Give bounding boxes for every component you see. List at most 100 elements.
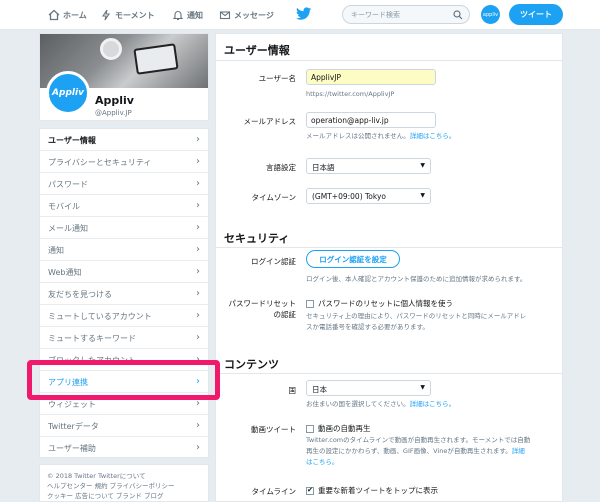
menu-item-notifications[interactable]: 通知 › — [40, 239, 208, 261]
password-reset-label: パスワードリセット の認証 — [216, 298, 297, 320]
menu-item-privacy-security[interactable]: プライバシーとセキュリティ › — [40, 151, 208, 173]
divider — [216, 60, 562, 61]
country-label: 国 — [288, 386, 297, 395]
menu-item-label: ミュートしているアカウント — [48, 312, 152, 321]
username-input[interactable] — [306, 69, 436, 85]
hint-text: 再生の設定にかかわらず、動画、GIF画像、Vineが自動再生されます。 — [306, 447, 512, 455]
chevron-right-icon: › — [196, 244, 200, 255]
nav-home-label: ホーム — [63, 10, 87, 20]
video-autoplay-label: 動画の自動再生 — [318, 424, 371, 433]
menu-item-web-notifications[interactable]: Web通知 › — [40, 261, 208, 283]
section-title-content: コンテンツ — [224, 358, 279, 371]
nav-home[interactable]: ホーム — [48, 8, 87, 22]
footer-line: クッキー 広告について ブランド ブログ — [47, 492, 164, 500]
chevron-right-icon: › — [196, 332, 200, 343]
language-select[interactable]: 日本語 ▼ — [306, 158, 431, 174]
twitter-bird-icon[interactable] — [296, 7, 312, 21]
video-hint-link[interactable]: はこちら。 — [306, 457, 530, 468]
search-icon[interactable] — [453, 10, 463, 20]
menu-item-find-friends[interactable]: 友だちを見つける › — [40, 283, 208, 305]
password-reset-hint: セキュリティ上の理由により、パスワードのリセットと同時にメールアドレ スか電話番号… — [306, 311, 526, 333]
nav-notifications[interactable]: 通知 — [172, 8, 203, 22]
caret-down-icon: ▼ — [420, 384, 425, 391]
login-verify-label: ログイン認証 — [251, 257, 296, 266]
section-title-security: セキュリティ — [224, 232, 290, 245]
top-navigation: ホーム モーメント 通知 メッセージ appliv ツイート — [0, 0, 600, 30]
email-label: メールアドレス — [243, 117, 297, 126]
nav-messages[interactable]: メッセージ — [219, 8, 274, 22]
password-reset-checkbox[interactable] — [306, 299, 314, 308]
email-input[interactable] — [306, 112, 436, 128]
highlight-annotation-box — [27, 360, 220, 400]
email-hint-text: メールアドレスは公開されません。 — [306, 132, 410, 140]
country-select-value: 日本 — [312, 385, 327, 394]
hint-line: スか電話番号を確認する必要があります。 — [306, 323, 429, 331]
timezone-select[interactable]: (GMT+09:00) Tokyo ▼ — [306, 188, 431, 204]
tweet-button[interactable]: ツイート — [509, 4, 563, 25]
video-hint-link[interactable]: 詳細 — [512, 447, 525, 455]
menu-item-muted-accounts[interactable]: ミュートしているアカウント › — [40, 305, 208, 327]
nav-moments[interactable]: モーメント — [100, 8, 155, 22]
profile-card: Appliv Appliv @Appliv.JP — [39, 33, 209, 121]
menu-item-label: Twitterデータ — [48, 422, 99, 431]
chevron-right-icon: › — [196, 200, 200, 211]
caret-down-icon: ▼ — [420, 192, 425, 199]
language-select-value: 日本語 — [312, 163, 335, 172]
search-input[interactable] — [351, 8, 451, 22]
settings-panel: ユーザー情報 ユーザー名 https://twitter.com/ApplivJ… — [215, 33, 563, 502]
menu-item-muted-keywords[interactable]: ミュートするキーワード › — [40, 327, 208, 349]
menu-item-password[interactable]: パスワード › — [40, 173, 208, 195]
footer-line: © 2018 Twitter Twitterについて — [47, 472, 146, 480]
timeline-label: タイムライン — [251, 487, 296, 496]
menu-item-label: ユーザー情報 — [48, 136, 96, 145]
banner-phone-shape — [133, 43, 179, 75]
search-box — [342, 5, 470, 24]
menu-item-email-notifications[interactable]: メール通知 › — [40, 217, 208, 239]
footer: © 2018 Twitter Twitterについて ヘルプセンター 規約 プラ… — [39, 464, 209, 502]
menu-item-user-info[interactable]: ユーザー情報 › — [40, 129, 208, 151]
email-hint: メールアドレスは公開されません。詳細はこちら。 — [306, 131, 455, 142]
settings-menu: ユーザー情報 › プライバシーとセキュリティ › パスワード › モバイル › メール通… — [39, 128, 209, 459]
country-hint-text: お住まいの国を選択してください。 — [306, 400, 410, 408]
menu-item-mobile[interactable]: モバイル › — [40, 195, 208, 217]
password-reset-check-label: パスワードのリセットに個人情報を使う — [318, 299, 453, 308]
chevron-right-icon: › — [196, 310, 200, 321]
menu-item-label: メール通知 — [48, 224, 88, 233]
country-hint-link[interactable]: 詳細はこちら。 — [410, 400, 456, 408]
chevron-right-icon: › — [196, 222, 200, 233]
hint-line: Twitter.comのタイムラインで動画が自動再生されます。モーメントでは自動 — [306, 436, 531, 444]
password-reset-label-line: の認証 — [273, 310, 297, 319]
video-autoplay-checkbox[interactable] — [306, 424, 314, 433]
menu-item-label: ミュートするキーワード — [48, 334, 136, 343]
video-hint: Twitter.comのタイムラインで動画が自動再生されます。モーメントでは自動… — [306, 435, 530, 468]
menu-item-label: パスワード — [48, 180, 88, 189]
hint-line: 再生の設定にかかわらず、動画、GIF画像、Vineが自動再生されます。詳細 — [306, 446, 530, 457]
menu-item-label: 通知 — [48, 246, 64, 255]
menu-item-label: Web通知 — [48, 268, 82, 277]
login-verify-hint: ログイン後、本人確認とアカウント保護のために追加情報が求められます。 — [306, 275, 527, 283]
profile-avatar[interactable]: Appliv — [46, 71, 90, 115]
menu-item-label: モバイル — [48, 202, 80, 211]
password-reset-option[interactable]: パスワードのリセットに個人情報を使う — [306, 298, 453, 309]
timeline-top-tweets-checkbox[interactable]: ✔ — [306, 486, 314, 495]
timeline-top-tweets-option[interactable]: ✔ 重要な新着ツイートをトップに表示 — [306, 485, 438, 496]
chevron-right-icon: › — [196, 266, 200, 277]
chevron-right-icon: › — [196, 420, 200, 431]
video-autoplay-option[interactable]: 動画の自動再生 — [306, 423, 371, 434]
nav-avatar[interactable]: appliv — [481, 5, 500, 24]
nav-notifications-label: 通知 — [187, 10, 203, 20]
chevron-right-icon: › — [196, 134, 200, 145]
profile-name[interactable]: Appliv — [95, 94, 134, 107]
language-label: 言語設定 — [266, 163, 296, 172]
menu-item-twitter-data[interactable]: Twitterデータ › — [40, 415, 208, 437]
timeline-top-tweets-label: 重要な新着ツイートをトップに表示 — [318, 486, 438, 495]
country-select[interactable]: 日本 ▼ — [306, 380, 431, 396]
divider — [216, 247, 562, 248]
login-verify-button[interactable]: ログイン認証を設定 — [306, 250, 400, 268]
chevron-right-icon: › — [196, 156, 200, 167]
username-label: ユーザー名 — [258, 74, 296, 83]
menu-item-accessibility[interactable]: ユーザー補助 › — [40, 437, 208, 459]
footer-line: ヘルプセンター 規約 プライバシーポリシー — [47, 482, 175, 490]
email-hint-link[interactable]: 詳細はこちら。 — [410, 132, 456, 140]
timezone-select-value: (GMT+09:00) Tokyo — [312, 192, 386, 201]
